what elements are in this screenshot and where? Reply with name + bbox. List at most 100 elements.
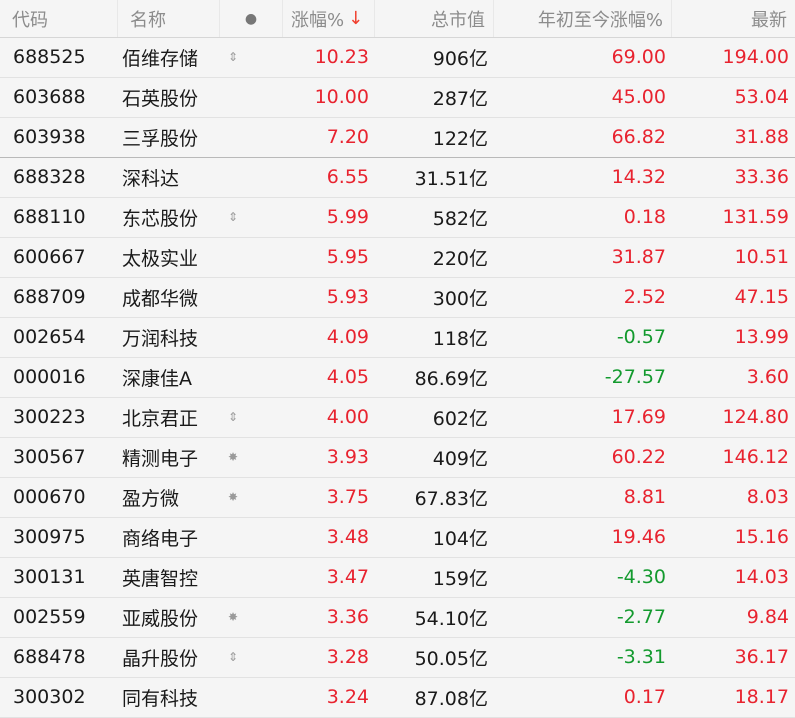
market-cap: 906亿 — [432, 47, 488, 70]
stock-name: 太极实业 — [122, 247, 199, 270]
ytd-change: 66.82 — [611, 126, 666, 148]
ytd-change: -0.57 — [616, 326, 666, 348]
ytd-change: 8.81 — [623, 486, 666, 508]
table-row[interactable]: 688709 成都华微 5.93 300亿 2.52 47.15 — [0, 278, 795, 318]
table-row[interactable]: 603938 三孚股份 7.20 122亿 66.82 31.88 — [0, 118, 795, 158]
latest-price: 124.80 — [722, 406, 789, 428]
empty-cell — [220, 238, 283, 276]
stock-code: 688110 — [13, 206, 86, 228]
market-cap: 67.83亿 — [414, 487, 488, 510]
ytd-change: 0.17 — [623, 686, 666, 708]
empty-cell — [220, 358, 283, 396]
market-cap: 86.69亿 — [414, 367, 488, 390]
stock-code: 600667 — [13, 246, 86, 268]
table-row[interactable]: 688110 东芯股份 ⇕ 5.99 582亿 0.18 131.59 — [0, 198, 795, 238]
change-percent: 3.75 — [326, 486, 369, 508]
latest-price: 194.00 — [722, 46, 789, 68]
column-header-marker[interactable]: ● — [220, 0, 283, 37]
stock-code: 300302 — [13, 686, 86, 708]
table-row[interactable]: 000016 深康佳A 4.05 86.69亿 -27.57 3.60 — [0, 358, 795, 398]
sort-desc-arrow-icon: ↓ — [348, 8, 364, 29]
margin-arrows-icon: ⇕ — [228, 210, 239, 224]
latest-price: 33.36 — [734, 166, 789, 188]
table-row[interactable]: 688478 晶升股份 ⇕ 3.28 50.05亿 -3.31 36.17 — [0, 638, 795, 678]
empty-cell — [220, 78, 283, 116]
market-cap: 104亿 — [432, 527, 488, 550]
table-row[interactable]: 688328 深科达 6.55 31.51亿 14.32 33.36 — [0, 158, 795, 198]
stock-code: 688709 — [13, 286, 86, 308]
stock-code: 002654 — [13, 326, 86, 348]
market-cap: 87.08亿 — [414, 687, 488, 710]
table-row[interactable]: 603688 石英股份 10.00 287亿 45.00 53.04 — [0, 78, 795, 118]
change-percent: 3.93 — [326, 446, 369, 468]
margin-arrows-icon: ⇕ — [228, 410, 239, 424]
stock-code: 688525 — [13, 46, 86, 68]
change-percent: 4.00 — [326, 406, 369, 428]
table-row[interactable]: 002654 万润科技 4.09 118亿 -0.57 13.99 — [0, 318, 795, 358]
table-body: 688525 佰维存储 ⇕ 10.23 906亿 69.00 194.00 603688 石英股… — [0, 38, 795, 718]
gear-icon: ✸ — [228, 450, 239, 464]
table-row[interactable]: 688525 佰维存储 ⇕ 10.23 906亿 69.00 194.00 — [0, 38, 795, 78]
ytd-change: 45.00 — [611, 86, 666, 108]
change-percent: 3.28 — [326, 646, 369, 668]
market-cap: 122亿 — [432, 127, 488, 150]
latest-price: 10.51 — [734, 246, 789, 268]
header-label: 名称 — [130, 9, 166, 31]
latest-price: 47.15 — [734, 286, 789, 308]
latest-price: 3.60 — [746, 366, 789, 388]
column-header-market-cap[interactable]: 总市值 — [375, 0, 494, 37]
table-row[interactable]: 300975 商络电子 3.48 104亿 19.46 15.16 — [0, 518, 795, 558]
stock-name: 精测电子 — [122, 447, 199, 470]
stock-name: 英唐智控 — [122, 567, 199, 590]
table-row[interactable]: 300567 精测电子 ✸ 3.93 409亿 60.22 146.12 — [0, 438, 795, 478]
latest-price: 9.84 — [746, 606, 789, 628]
table-header: 代码 名称 ● 涨幅% ↓ 总市值 年初至今涨幅% 最新 — [0, 0, 795, 38]
table-row[interactable]: 300302 同有科技 3.24 87.08亿 0.17 18.17 — [0, 678, 795, 718]
change-percent: 5.95 — [326, 246, 369, 268]
stock-code: 002559 — [13, 606, 86, 628]
header-label: 总市值 — [431, 9, 485, 31]
change-percent: 5.93 — [326, 286, 369, 308]
ytd-change: 17.69 — [611, 406, 666, 428]
latest-price: 18.17 — [734, 686, 789, 708]
stock-code: 603938 — [13, 126, 86, 148]
market-cap: 50.05亿 — [414, 647, 488, 670]
change-percent: 5.99 — [326, 206, 369, 228]
market-cap: 220亿 — [432, 247, 488, 270]
table-row[interactable]: 300131 英唐智控 3.47 159亿 -4.30 14.03 — [0, 558, 795, 598]
stock-code: 000670 — [13, 486, 86, 508]
stock-name: 商络电子 — [122, 527, 199, 550]
change-percent: 10.23 — [314, 46, 369, 68]
stock-name: 万润科技 — [122, 327, 199, 350]
table-row[interactable]: 600667 太极实业 5.95 220亿 31.87 10.51 — [0, 238, 795, 278]
stock-code: 300567 — [13, 446, 86, 468]
column-header-name[interactable]: 名称 — [118, 0, 220, 37]
stock-name: 北京君正 — [122, 407, 199, 430]
empty-cell — [220, 558, 283, 596]
column-header-latest[interactable]: 最新 — [672, 0, 795, 37]
table-row[interactable]: 300223 北京君正 ⇕ 4.00 602亿 17.69 124.80 — [0, 398, 795, 438]
latest-price: 8.03 — [746, 486, 789, 508]
table-row[interactable]: 000670 盈方微 ✸ 3.75 67.83亿 8.81 8.03 — [0, 478, 795, 518]
table-row[interactable]: 002559 亚威股份 ✸ 3.36 54.10亿 -2.77 9.84 — [0, 598, 795, 638]
market-cap: 602亿 — [432, 407, 488, 430]
gear-icon: ✸ — [228, 610, 239, 624]
column-header-code[interactable]: 代码 — [0, 0, 118, 37]
header-label: 最新 — [751, 9, 787, 31]
stock-code: 000016 — [13, 366, 86, 388]
ytd-change: 19.46 — [611, 526, 666, 548]
stock-name: 同有科技 — [122, 687, 199, 710]
column-header-ytd[interactable]: 年初至今涨幅% — [494, 0, 672, 37]
market-cap: 287亿 — [432, 87, 488, 110]
change-percent: 3.36 — [326, 606, 369, 628]
column-header-change[interactable]: 涨幅% ↓ — [283, 0, 375, 37]
stock-name: 盈方微 — [122, 487, 180, 510]
latest-price: 31.88 — [734, 126, 789, 148]
stock-name: 佰维存储 — [122, 47, 199, 70]
market-cap: 409亿 — [432, 447, 488, 470]
ytd-change: 60.22 — [611, 446, 666, 468]
stock-name: 成都华微 — [122, 287, 199, 310]
change-percent: 4.05 — [326, 366, 369, 388]
market-cap: 582亿 — [432, 207, 488, 230]
stock-name: 晶升股份 — [122, 647, 199, 670]
